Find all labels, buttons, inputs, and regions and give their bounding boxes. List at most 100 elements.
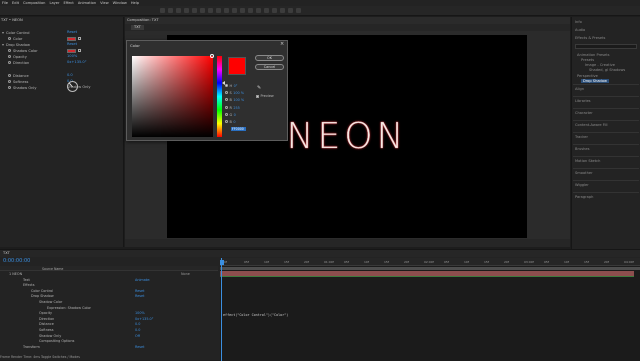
field-value[interactable]: 255: [233, 106, 239, 110]
tool-button[interactable]: [200, 8, 205, 13]
stopwatch-icon[interactable]: [8, 49, 11, 52]
hue-slider[interactable]: [217, 56, 222, 137]
preview-checkbox[interactable]: [256, 94, 259, 98]
radio-button[interactable]: [225, 91, 228, 94]
panel-item-tracker[interactable]: Tracker: [575, 135, 588, 139]
timeline-row[interactable]: Distance 0.0: [3, 322, 217, 327]
eyedropper-icon[interactable]: [78, 48, 81, 52]
panel-item-shaded-gl-shadows[interactable]: Shaded, gl Shadows: [589, 68, 625, 72]
eyedropper-icon[interactable]: ✎: [257, 85, 261, 91]
color-swatch[interactable]: [67, 48, 76, 53]
timeline-row[interactable]: Text Animate:: [3, 278, 217, 283]
current-time[interactable]: 0:00:00:00: [3, 258, 30, 264]
row-value[interactable]: 100%: [135, 311, 145, 315]
radio-button[interactable]: [225, 84, 228, 87]
radio-button[interactable]: [225, 113, 228, 116]
tool-button[interactable]: [272, 8, 277, 13]
timeline-row[interactable]: Softness 0.0: [3, 328, 217, 333]
color-field-row[interactable]: R 255: [225, 105, 240, 110]
color-cursor[interactable]: [210, 54, 214, 58]
timeline-row[interactable]: Opacity 100%: [3, 311, 217, 316]
timeline-row[interactable]: 1 NEON None: [3, 272, 217, 277]
twirl-open-icon[interactable]: [2, 43, 4, 46]
timeline-row[interactable]: Compositing Options: [3, 339, 217, 344]
fx-value[interactable]: Reset: [67, 30, 77, 34]
source-name-header[interactable]: Source Name: [42, 267, 63, 271]
stopwatch-icon[interactable]: [8, 61, 11, 64]
timeline-tab[interactable]: TXT: [3, 251, 10, 255]
field-value[interactable]: 100 %: [233, 91, 244, 95]
tool-button[interactable]: [168, 8, 173, 13]
tool-button[interactable]: [264, 8, 269, 13]
panel-item-align[interactable]: Align: [575, 87, 584, 91]
effects-search-input[interactable]: [575, 44, 637, 49]
expression-field[interactable]: effect("Color Control")("Color"): [223, 313, 288, 317]
fx-row-distance[interactable]: Distance: [8, 73, 29, 78]
menu-window[interactable]: Window: [113, 1, 127, 5]
stopwatch-icon[interactable]: [8, 37, 11, 40]
menu-layer[interactable]: Layer: [49, 1, 59, 5]
tool-button[interactable]: [288, 8, 293, 13]
panel-item-drop-shadow[interactable]: Drop Shadow: [581, 79, 609, 83]
effect-controls-tab[interactable]: TXT • NEON: [1, 18, 23, 24]
menu-file[interactable]: File: [2, 1, 8, 5]
panel-item-perspective[interactable]: Perspective: [577, 74, 598, 78]
panel-item-wiggler[interactable]: Wiggler: [575, 183, 589, 187]
tool-button[interactable]: [240, 8, 245, 13]
timeline-row[interactable]: Transform Reset: [3, 345, 217, 350]
close-icon[interactable]: ×: [280, 42, 284, 47]
timeline-row[interactable]: Direction 0x+135.0°: [3, 317, 217, 322]
fx-row-shadow-color[interactable]: Shadow Color: [8, 48, 38, 53]
menu-animation[interactable]: Animation: [78, 1, 96, 5]
panel-item-libraries[interactable]: Libraries: [575, 99, 591, 103]
row-parent[interactable]: None: [181, 272, 190, 276]
row-value[interactable]: Reset: [135, 289, 144, 293]
fx-row-drop-shadow[interactable]: Drop Shadow: [2, 42, 30, 47]
panel-item-smoother[interactable]: Smoother: [575, 171, 593, 175]
stopwatch-icon[interactable]: [8, 74, 11, 77]
radio-button[interactable]: [225, 120, 228, 123]
tool-button[interactable]: [224, 8, 229, 13]
timeline-row[interactable]: Shadow Only Off: [3, 334, 217, 339]
menu-composition[interactable]: Composition: [23, 1, 45, 5]
row-value[interactable]: 0.0: [135, 328, 140, 332]
fx-row-softness[interactable]: Softness: [8, 79, 28, 84]
color-field-row[interactable]: H 0°: [225, 83, 237, 88]
timeline-row[interactable]: Shadow Color: [3, 300, 217, 305]
panel-item-effects-presets[interactable]: Effects & Presets: [575, 36, 605, 40]
playhead-handle[interactable]: [220, 260, 224, 265]
comp-subtab[interactable]: TXT: [131, 25, 144, 30]
time-ruler[interactable]: 0f 05f 10f 15f 20f 01:00f 05f 10f 15f 20f 02:00f 05…: [220, 258, 640, 266]
tool-button[interactable]: [256, 8, 261, 13]
tool-button[interactable]: [184, 8, 189, 13]
panel-item-character[interactable]: Character: [575, 111, 593, 115]
row-value[interactable]: Off: [135, 334, 140, 338]
tool-button[interactable]: [176, 8, 181, 13]
menu-help[interactable]: Help: [131, 1, 139, 5]
stopwatch-icon[interactable]: [8, 80, 11, 83]
fx-row-shadow-only[interactable]: Shadow Only: [8, 85, 37, 90]
panel-item-presets[interactable]: Presets: [581, 58, 594, 62]
tool-button[interactable]: [160, 8, 165, 13]
radio-button[interactable]: [225, 106, 228, 109]
panel-item-info[interactable]: Info: [575, 20, 582, 24]
fx-value[interactable]: Reset: [67, 42, 77, 46]
color-field-row[interactable]: G0: [225, 112, 236, 117]
fx-row-opacity[interactable]: Opacity: [8, 54, 27, 59]
stopwatch-icon[interactable]: [8, 55, 11, 58]
fx-value[interactable]: 0.0: [67, 73, 73, 77]
tool-button[interactable]: [232, 8, 237, 13]
panel-item-content-aware-fill[interactable]: Content-Aware Fill: [575, 123, 608, 127]
timeline-row[interactable]: Color Control Reset: [3, 289, 217, 294]
panel-item-image-creative[interactable]: Image - Creative: [585, 63, 615, 67]
color-field-row[interactable]: B0: [225, 119, 236, 124]
stopwatch-icon[interactable]: [8, 86, 11, 89]
cancel-button[interactable]: Cancel: [255, 64, 284, 70]
panel-item-paragraph[interactable]: Paragraph: [575, 195, 593, 199]
timeline-row[interactable]: Effects: [3, 283, 217, 288]
row-value[interactable]: 0.0: [135, 322, 140, 326]
color-swatch[interactable]: [67, 36, 76, 41]
composition-tab[interactable]: Composition: TXT: [127, 18, 159, 22]
timeline-graph[interactable]: 0f 05f 10f 15f 20f 01:00f 05f 10f 15f 20f 02:00f 05…: [220, 258, 640, 361]
eyedropper-icon[interactable]: [78, 36, 81, 40]
